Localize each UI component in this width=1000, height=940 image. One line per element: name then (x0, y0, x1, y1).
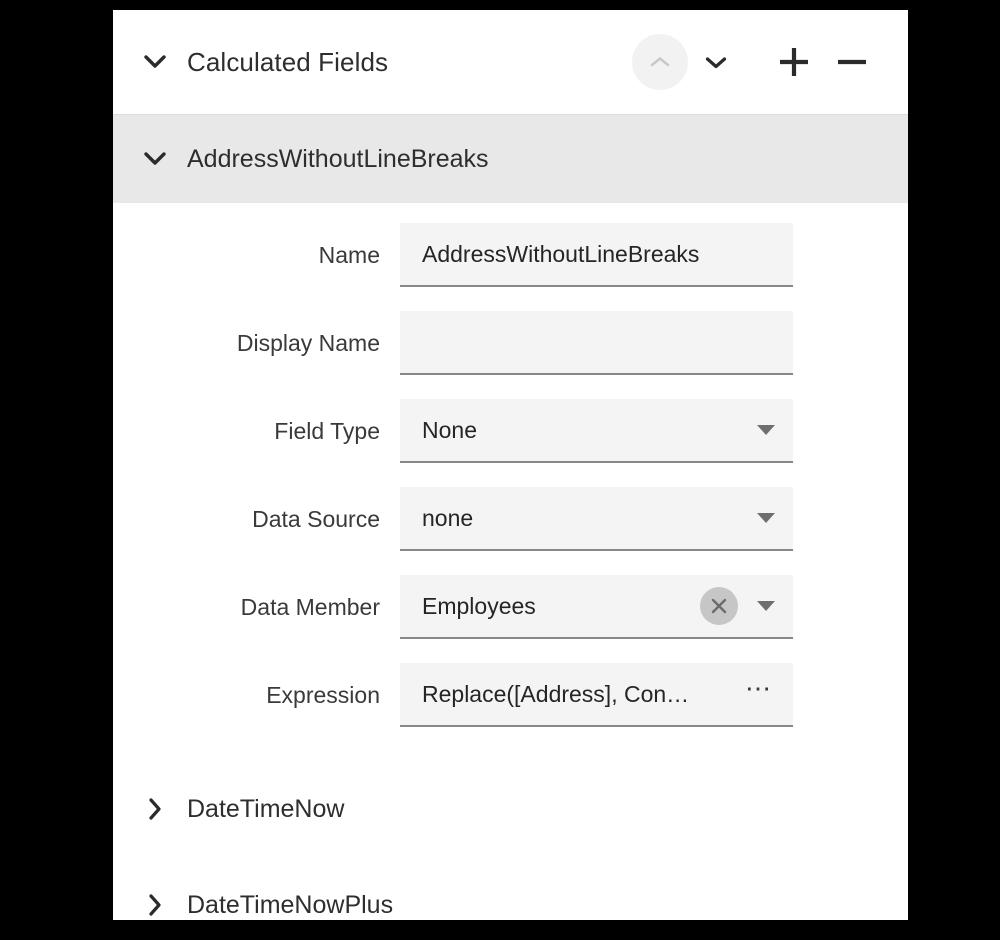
field-row-date-time-now[interactable]: DateTimeNow (113, 761, 908, 857)
field-properties-form: Name AddressWithoutLineBreaks Display Na… (113, 203, 908, 751)
field-name-label: DateTimeNow (187, 794, 345, 823)
field-name-label: DateTimeNowPlus (187, 890, 394, 919)
screen: Calculated Fields AddressWithoutLineBrea… (0, 0, 1000, 940)
expression-input-value: Replace([Address], Con… (422, 680, 690, 707)
property-row-name: Name AddressWithoutLineBreaks (113, 223, 908, 311)
data-member-select[interactable]: Employees (400, 575, 793, 639)
display-name-input[interactable] (400, 311, 793, 375)
calculated-fields-group-header[interactable]: Calculated Fields (113, 10, 908, 114)
chevron-right-icon[interactable] (140, 798, 170, 820)
group-toolbar (632, 10, 880, 114)
field-row-date-time-now-plus[interactable]: DateTimeNowPlus (113, 857, 908, 920)
chevron-right-icon[interactable] (140, 894, 170, 916)
field-type-select[interactable]: None (400, 399, 793, 463)
field-type-select-value: None (422, 416, 477, 443)
name-input[interactable]: AddressWithoutLineBreaks (400, 223, 793, 287)
label-data-source: Data Source (252, 506, 380, 532)
add-button[interactable] (766, 34, 822, 90)
data-source-select-value: none (422, 504, 474, 531)
chevron-down-icon[interactable] (140, 152, 170, 166)
property-row-data-member: Data Member Employees (113, 575, 908, 663)
name-input-value: AddressWithoutLineBreaks (422, 240, 700, 267)
data-source-select[interactable]: none (400, 487, 793, 551)
label-display-name: Display Name (236, 330, 380, 356)
label-name: Name (318, 242, 380, 268)
label-field-type: Field Type (274, 418, 380, 444)
property-row-expression: Expression Replace([Address], Con… ⋯ (113, 663, 908, 751)
group-title: Calculated Fields (187, 46, 389, 77)
property-row-data-source: Data Source none (113, 487, 908, 575)
chevron-down-icon[interactable] (757, 513, 775, 523)
clear-icon[interactable] (700, 587, 738, 625)
calculated-fields-panel: Calculated Fields AddressWithoutLineBrea… (113, 10, 908, 920)
remove-button[interactable] (824, 34, 880, 90)
move-up-button[interactable] (632, 34, 688, 90)
chevron-down-icon[interactable] (140, 55, 170, 69)
chevron-down-icon[interactable] (757, 425, 775, 435)
field-name-label: AddressWithoutLineBreaks (187, 144, 489, 173)
ellipsis-icon[interactable]: ⋯ (739, 674, 779, 714)
label-data-member: Data Member (240, 594, 380, 620)
move-down-button[interactable] (688, 34, 744, 90)
label-expression: Expression (266, 682, 380, 708)
chevron-down-icon[interactable] (757, 601, 775, 611)
field-row-header-selected[interactable]: AddressWithoutLineBreaks (113, 114, 908, 203)
property-row-field-type: Field Type None (113, 399, 908, 487)
data-member-select-value: Employees (422, 592, 536, 619)
expression-input[interactable]: Replace([Address], Con… ⋯ (400, 663, 793, 727)
property-row-display-name: Display Name (113, 311, 908, 399)
